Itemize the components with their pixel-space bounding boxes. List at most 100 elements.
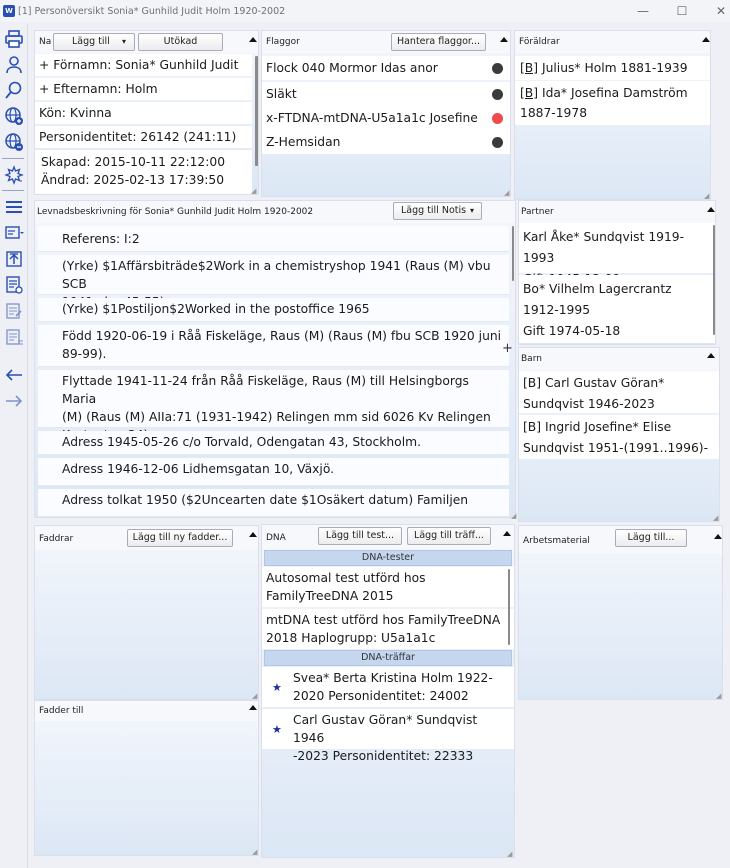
note-row[interactable]: Referens: I:2 — [38, 226, 509, 252]
settings-star-icon[interactable] — [3, 164, 25, 186]
names-panel: Na Lägg till ▾ Utökad + Förnamn: Sonia* G… — [34, 30, 259, 195]
note-list-icon[interactable] — [3, 326, 25, 348]
parent-row-father[interactable]: [B] Julius* Holm 1881-1939 — [515, 56, 710, 80]
dna-tests-header: DNA-tester — [264, 550, 512, 566]
printer-icon[interactable] — [3, 28, 25, 50]
add-godparent-button[interactable]: Lägg till ny fadder... — [127, 529, 233, 547]
globe-remove-icon[interactable] — [3, 131, 25, 153]
resize-grip[interactable]: ◢ — [252, 693, 258, 700]
collapse-icon[interactable] — [702, 37, 710, 42]
child-row[interactable]: [B] Carl Gustav Göran* Sundqvist 1946-202… — [519, 371, 719, 413]
note-row[interactable]: Adress tolkat 1950 ($2Uncearten date $1O… — [38, 489, 509, 517]
life-panel-title: Levnadsbeskrivning för Sonia* Gunhild Ju… — [37, 207, 314, 217]
dna-match-row[interactable]: ★ Svea* Berta Kristina Holm 1922- 2020 Per… — [262, 667, 514, 707]
person-id-row[interactable]: Personidentitet: 26142 (241:11) — [35, 126, 252, 148]
maximize-button[interactable]: ☐ — [673, 2, 691, 20]
collapse-icon[interactable] — [707, 353, 715, 358]
forward-arrow-icon[interactable] — [3, 390, 25, 412]
parents-panel-header: Föräldrar — [515, 31, 710, 53]
collapse-icon[interactable] — [500, 37, 508, 42]
add-name-button[interactable]: Lägg till ▾ — [53, 33, 135, 51]
chevron-down-icon: ▾ — [121, 37, 126, 46]
work-panel-title: Arbetsmaterial — [523, 536, 590, 546]
resize-grip[interactable]: ◢ — [507, 851, 513, 858]
person-icon[interactable] — [3, 54, 25, 76]
collapse-icon[interactable] — [714, 534, 722, 539]
note-row[interactable]: (Yrke) $1Postiljon$2Worked in the postof… — [38, 298, 509, 322]
dna-test-row[interactable]: mtDNA test utförd hos FamilyTreeDNA 2018 … — [262, 609, 514, 649]
flags-panel-header: Flaggor Hantera flaggor... — [262, 31, 510, 53]
name-row-firstname[interactable]: + Förnamn: Sonia* Gunhild Judit — [35, 54, 252, 76]
resize-grip[interactable]: ◢ — [704, 193, 710, 200]
export-up-icon[interactable] — [3, 248, 25, 270]
add-note-button[interactable]: Lägg till Notis ▾ — [393, 202, 482, 220]
flag-row[interactable]: Flock 040 Mormor Idas anor — [262, 56, 510, 80]
add-test-button[interactable]: Lägg till test... — [318, 527, 402, 545]
resize-grip[interactable]: ◢ — [511, 513, 517, 520]
dna-matches-header: DNA-träffar — [264, 650, 512, 666]
parent-row-mother[interactable]: [B] Ida* Josefina Damström 1887-1978 — [515, 81, 710, 125]
children-panel: Barn [B] Carl Gustav Göran* Sundqvist 194… — [518, 347, 720, 522]
life-scrollbar[interactable] — [512, 226, 514, 281]
source-tag[interactable]: [B] — [523, 376, 541, 390]
dna-match-row[interactable]: ★ Carl Gustav Göran* Sundqvist 1946 -2023 … — [262, 709, 514, 763]
report-icon[interactable] — [3, 274, 25, 296]
menu-icon[interactable] — [3, 196, 25, 218]
window-title: [1] Personöversikt Sonia* Gunhild Judit … — [18, 5, 286, 17]
gender-row[interactable]: Kön: Kvinna — [35, 102, 252, 124]
collapse-icon[interactable] — [249, 37, 257, 42]
add-match-button[interactable]: Lägg till träff... — [407, 527, 491, 545]
godparent-to-title: Fadder till — [39, 706, 84, 716]
add-work-button[interactable]: Lägg till... — [615, 529, 687, 547]
partner-scrollbar[interactable] — [713, 225, 715, 335]
list-dropdown-icon[interactable] — [3, 222, 25, 244]
created-text: Skapad: 2015-10-11 22:12:00 — [41, 155, 226, 169]
source-tag[interactable]: [B] — [520, 86, 538, 100]
source-tag[interactable]: [B] — [523, 420, 541, 434]
godparents-panel-header: Faddrar Lägg till ny fadder... — [35, 526, 258, 550]
flag-row[interactable]: Z-Hemsidan — [262, 130, 510, 154]
child-row[interactable]: [B] Ingrid Josefine* Elise Sundqvist 1951… — [519, 415, 719, 459]
note-row[interactable]: Adress 1946-12-06 Lidhemsgatan 10, Växjö… — [38, 458, 509, 486]
names-panel-header: Na Lägg till ▾ Utökad — [35, 31, 258, 53]
names-scrollbar[interactable] — [255, 56, 258, 166]
note-row[interactable]: Flyttade 1941-11-24 från Råå Fiskeläge, … — [38, 370, 509, 442]
resize-grip[interactable]: ◢ — [252, 849, 258, 856]
back-arrow-icon[interactable] — [3, 364, 25, 386]
flag-row[interactable]: Släkt — [262, 82, 510, 106]
note-row[interactable]: (Yrke) $1Affärsbiträde$2Work in a chemis… — [38, 255, 509, 309]
dna-test-row[interactable]: Autosomal test utförd hos FamilyTreeDNA 2… — [262, 567, 514, 607]
flag-dot-icon — [492, 89, 503, 100]
partner-row[interactable]: Karl Åke* Sundqvist 1919-1993Gift 1945-1… — [519, 223, 715, 286]
work-panel-header: Arbetsmaterial Lägg till... — [519, 526, 722, 554]
partner-row[interactable]: Bo* Vilhelm Lagercrantz 1912-1995 Gift 197… — [519, 275, 715, 343]
collapse-icon[interactable] — [249, 532, 257, 537]
minimize-button[interactable]: — — [634, 2, 652, 20]
expand-plus-icon[interactable]: + — [502, 341, 513, 356]
source-tag[interactable]: [B] — [520, 61, 538, 75]
partner-panel-header: Partner — [519, 201, 715, 223]
extended-button[interactable]: Utökad — [138, 33, 223, 51]
search-icon[interactable] — [3, 79, 25, 101]
note-row[interactable]: Född 1920-06-19 i Råå Fiskeläge, Raus (M… — [38, 325, 509, 367]
globe-add-icon[interactable] — [3, 105, 25, 127]
edit-note-icon[interactable] — [3, 300, 25, 322]
collapse-icon[interactable] — [503, 531, 511, 536]
title-bar: W [1] Personöversikt Sonia* Gunhild Judi… — [0, 0, 730, 22]
collapse-icon[interactable] — [249, 705, 257, 710]
godparents-panel-title: Faddrar — [39, 534, 74, 544]
resize-grip[interactable]: ◢ — [713, 515, 719, 522]
collapse-icon[interactable] — [707, 207, 715, 212]
dna-scrollbar[interactable] — [508, 569, 510, 645]
close-button[interactable]: ✕ — [712, 2, 730, 20]
resize-grip[interactable]: ◢ — [716, 693, 722, 700]
manage-flags-button[interactable]: Hantera flaggor... — [391, 33, 486, 51]
names-panel-title: Na — [39, 37, 52, 47]
left-toolbar — [0, 24, 28, 868]
resize-grip[interactable]: ◢ — [504, 190, 510, 197]
name-row-lastname[interactable]: + Efternamn: Holm — [35, 78, 252, 100]
resize-grip[interactable]: ◢ — [251, 188, 257, 195]
flag-row[interactable]: x-FTDNA-mtDNA-U5a1a1c Josefine — [262, 106, 510, 130]
dna-panel: DNA Lägg till test... Lägg till träff...… — [261, 524, 515, 858]
note-row[interactable]: Adress 1945-05-26 c/o Torvald, Odengatan… — [38, 431, 509, 455]
